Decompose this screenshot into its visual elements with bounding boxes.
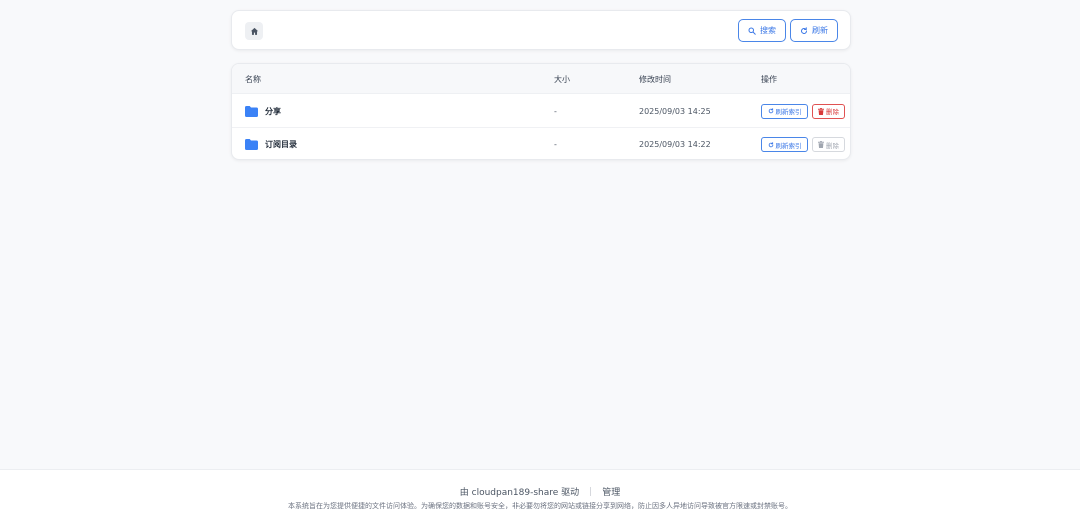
folder-icon xyxy=(245,139,258,150)
file-size: - xyxy=(554,140,557,149)
home-button[interactable] xyxy=(245,22,263,40)
footer: 由 cloudpan189-share 驱动 | 管理 本系统旨在为您提供便捷的… xyxy=(0,469,1080,522)
reindex-label: 刷新索引 xyxy=(775,141,802,150)
refresh-button[interactable]: 刷新 xyxy=(790,19,838,42)
delete-label: 删除 xyxy=(826,108,839,116)
home-icon xyxy=(250,27,259,36)
header-modified[interactable]: 修改时间 xyxy=(639,64,671,94)
file-name-cell[interactable]: 分享 xyxy=(245,95,281,127)
header-actions: 操作 xyxy=(761,74,777,84)
reindex-button[interactable]: 刷新索引 xyxy=(761,137,808,152)
trash-icon xyxy=(818,141,824,148)
page: 搜索 刷新 名称 大小 修改时间 操作 分享 - 2025/09/03 14:2… xyxy=(0,0,1080,522)
search-button-label: 搜索 xyxy=(760,26,776,35)
table-header: 名称 大小 修改时间 操作 xyxy=(232,64,850,94)
powered-by-text: 由 cloudpan189-share 驱动 xyxy=(459,488,580,498)
folder-icon xyxy=(245,105,258,117)
toolbar: 搜索 刷新 xyxy=(231,10,851,50)
table-row[interactable]: 订阅目录 - 2025/09/03 14:22 刷新索引 删除 xyxy=(232,128,850,159)
delete-button-disabled: 删除 xyxy=(812,137,845,152)
refresh-button-label: 刷新 xyxy=(812,26,828,35)
refresh-icon xyxy=(800,26,808,35)
row-actions: 刷新索引 删除 xyxy=(761,128,845,159)
reindex-button[interactable]: 刷新索引 xyxy=(761,103,808,119)
file-name[interactable]: 分享 xyxy=(265,106,281,117)
file-modified: 2025/09/03 14:25 xyxy=(639,106,711,116)
footer-notice: 本系统旨在为您提供便捷的文件访问体验。为确保您的数据和账号安全，非必要勿将您的网… xyxy=(288,502,792,510)
search-icon xyxy=(748,27,756,35)
file-table: 名称 大小 修改时间 操作 分享 - 2025/09/03 14:25 刷新索引 xyxy=(231,63,851,160)
footer-links: 由 cloudpan189-share 驱动 | 管理 xyxy=(0,485,1080,499)
footer-separator: | xyxy=(589,486,593,497)
trash-icon xyxy=(818,107,824,115)
admin-link[interactable]: 管理 xyxy=(602,485,620,498)
delete-label: 删除 xyxy=(826,141,839,150)
file-modified: 2025/09/03 14:22 xyxy=(639,140,711,149)
file-size: - xyxy=(554,106,557,116)
row-actions: 刷新索引 删除 xyxy=(761,95,845,127)
table-row[interactable]: 分享 - 2025/09/03 14:25 刷新索引 删除 xyxy=(232,95,850,128)
file-name[interactable]: 订阅目录 xyxy=(265,139,297,150)
delete-button[interactable]: 删除 xyxy=(812,103,845,119)
refresh-icon xyxy=(768,108,774,114)
search-button[interactable]: 搜索 xyxy=(738,19,786,42)
refresh-icon xyxy=(768,141,774,148)
file-name-cell[interactable]: 订阅目录 xyxy=(245,128,297,159)
header-size[interactable]: 大小 xyxy=(554,64,570,94)
reindex-label: 刷新索引 xyxy=(775,108,802,116)
header-name[interactable]: 名称 xyxy=(245,64,261,94)
